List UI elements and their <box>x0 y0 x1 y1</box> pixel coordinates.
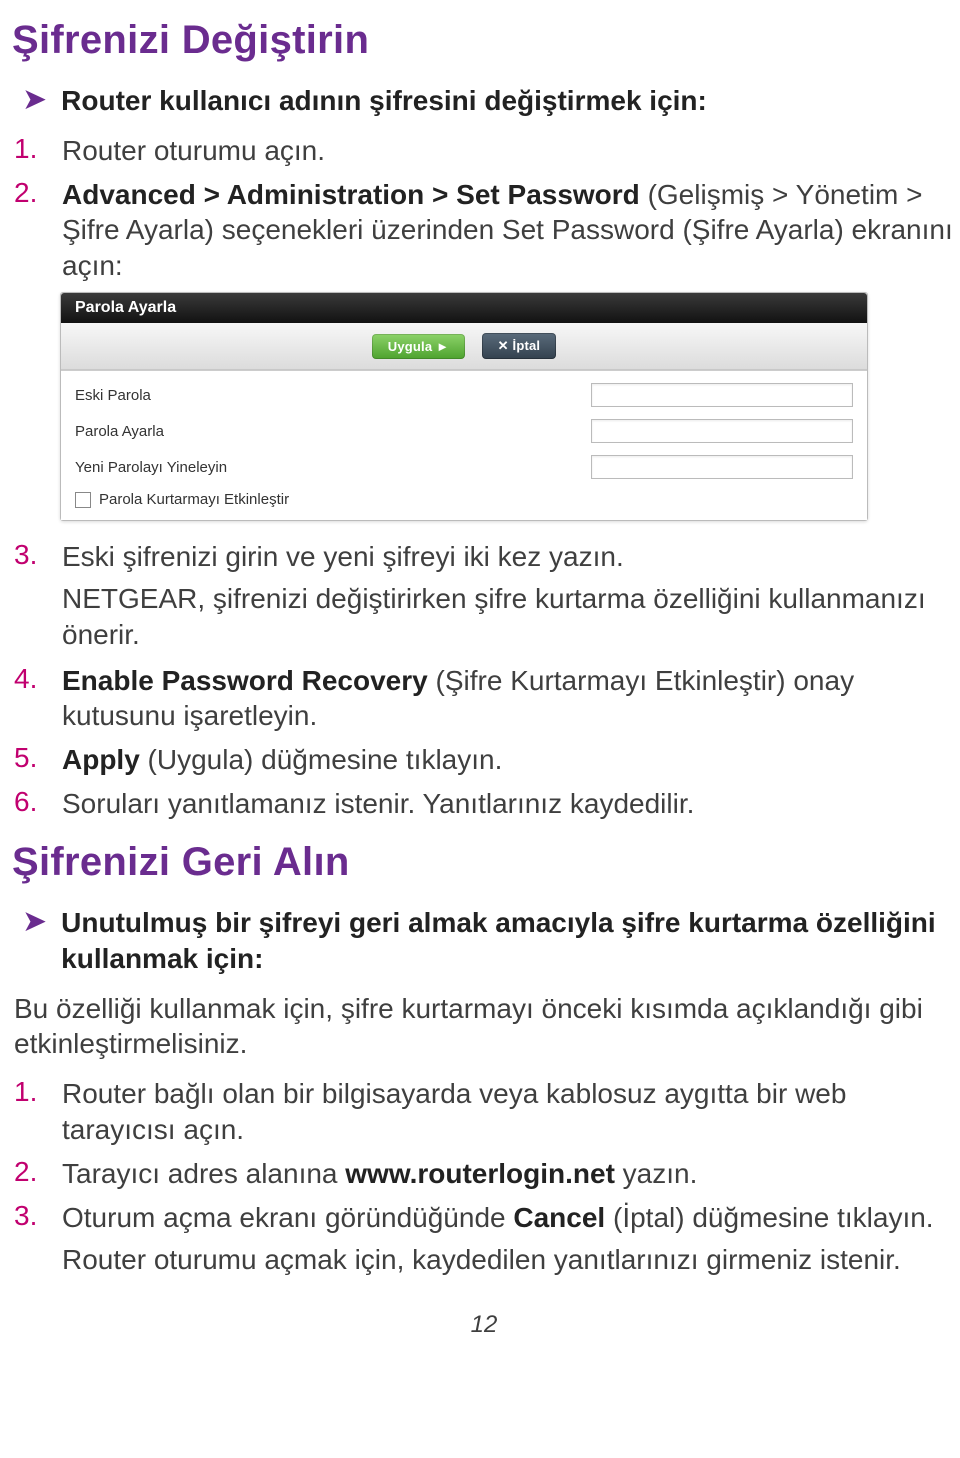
recovery-checkbox[interactable] <box>75 492 91 508</box>
old-password-input[interactable] <box>591 383 853 407</box>
step-number: 2. <box>14 1156 46 1192</box>
step-bold: www.routerlogin.net <box>345 1158 615 1189</box>
step-5: 5. Apply (Uygula) düğmesine tıklayın. <box>12 742 956 778</box>
step-6: 6. Soruları yanıtlamanız istenir. Yanıtl… <box>12 786 956 822</box>
recover-intro: Bu özelliği kullanmak için, şifre kurtar… <box>14 991 956 1063</box>
lead-text: Router kullanıcı adının şifresini değişt… <box>61 83 707 119</box>
step-text: Tarayıcı adres alanına www.routerlogin.n… <box>62 1156 697 1192</box>
step-bold: Cancel <box>513 1202 605 1233</box>
step-text: Apply (Uygula) düğmesine tıklayın. <box>62 742 502 778</box>
rec-step-1: 1. Router bağlı olan bir bilgisayarda ve… <box>12 1076 956 1148</box>
step-bold: Advanced > Administration > Set Password <box>62 179 640 210</box>
new-password-input[interactable] <box>591 419 853 443</box>
step-before: Tarayıcı adres alanına <box>62 1158 345 1189</box>
field-label: Yeni Parolayı Yineleyin <box>75 459 227 476</box>
arrow-icon: ➤ <box>22 907 47 937</box>
step-3: 3. Eski şifrenizi girin ve yeni şifreyi … <box>12 539 956 575</box>
step-3-note: NETGEAR, şifrenizi değiştirirken şifre k… <box>62 581 956 653</box>
step-1: 1. Router oturumu açın. <box>12 133 956 169</box>
field-label: Eski Parola <box>75 387 151 404</box>
heading-change-password: Şifrenizi Değiştirin <box>12 18 956 63</box>
step-number: 3. <box>14 1200 46 1236</box>
page-number: 12 <box>12 1311 956 1339</box>
step-number: 4. <box>14 663 46 735</box>
heading-recover-password: Şifrenizi Geri Alın <box>12 840 956 885</box>
step-number: 1. <box>14 1076 46 1148</box>
apply-button[interactable]: Uygula ► <box>372 334 465 359</box>
step-bold: Enable Password Recovery <box>62 665 428 696</box>
cancel-button[interactable]: ✕ İptal <box>482 333 557 359</box>
step-text: Enable Password Recovery (Şifre Kurtarma… <box>62 663 956 735</box>
field-new-password: Parola Ayarla <box>73 413 855 449</box>
field-old-password: Eski Parola <box>73 377 855 413</box>
step-number: 1. <box>14 133 46 169</box>
field-recovery: Parola Kurtarmayı Etkinleştir <box>73 485 855 510</box>
step-text: Oturum açma ekranı göründüğünde Cancel (… <box>62 1200 934 1236</box>
step-after: (İptal) düğmesine tıklayın. <box>605 1202 933 1233</box>
step-number: 6. <box>14 786 46 822</box>
repeat-password-input[interactable] <box>591 455 853 479</box>
step-before: Oturum açma ekranı göründüğünde <box>62 1202 513 1233</box>
step-text: Router oturumu açın. <box>62 133 325 169</box>
step-number: 5. <box>14 742 46 778</box>
step-after: (Uygula) düğmesine tıklayın. <box>140 744 503 775</box>
step-text: Soruları yanıtlamanız istenir. Yanıtları… <box>62 786 694 822</box>
field-repeat-password: Yeni Parolayı Yineleyin <box>73 449 855 485</box>
arrow-icon: ➤ <box>22 85 47 115</box>
step-bold: Apply <box>62 744 140 775</box>
document-page: Şifrenizi Değiştirin ➤ Router kullanıcı … <box>0 0 960 1369</box>
step-text: Router bağlı olan bir bilgisayarda veya … <box>62 1076 956 1148</box>
router-screenshot: Parola Ayarla Uygula ► ✕ İptal Eski Paro… <box>60 292 868 521</box>
router-titlebar: Parola Ayarla <box>61 293 867 323</box>
step-text: Advanced > Administration > Set Password… <box>62 177 956 284</box>
rec-step-3: 3. Oturum açma ekranı göründüğünde Cance… <box>12 1200 956 1236</box>
lead-change-password: ➤ Router kullanıcı adının şifresini deği… <box>22 83 956 119</box>
field-label: Parola Kurtarmayı Etkinleştir <box>99 491 289 508</box>
rec-step-3-note: Router oturumu açmak için, kaydedilen ya… <box>62 1242 956 1278</box>
lead-text: Unutulmuş bir şifreyi geri almak amacıyl… <box>61 905 956 977</box>
field-label: Parola Ayarla <box>75 423 164 440</box>
step-2: 2. Advanced > Administration > Set Passw… <box>12 177 956 284</box>
router-fields: Eski Parola Parola Ayarla Yeni Parolayı … <box>61 370 867 520</box>
rec-step-2: 2. Tarayıcı adres alanına www.routerlogi… <box>12 1156 956 1192</box>
step-number: 2. <box>14 177 46 284</box>
step-number: 3. <box>14 539 46 575</box>
step-4: 4. Enable Password Recovery (Şifre Kurta… <box>12 663 956 735</box>
lead-recover-password: ➤ Unutulmuş bir şifreyi geri almak amacı… <box>22 905 956 977</box>
router-button-row: Uygula ► ✕ İptal <box>61 323 867 370</box>
step-text: Eski şifrenizi girin ve yeni şifreyi iki… <box>62 539 624 575</box>
step-after: yazın. <box>615 1158 697 1189</box>
